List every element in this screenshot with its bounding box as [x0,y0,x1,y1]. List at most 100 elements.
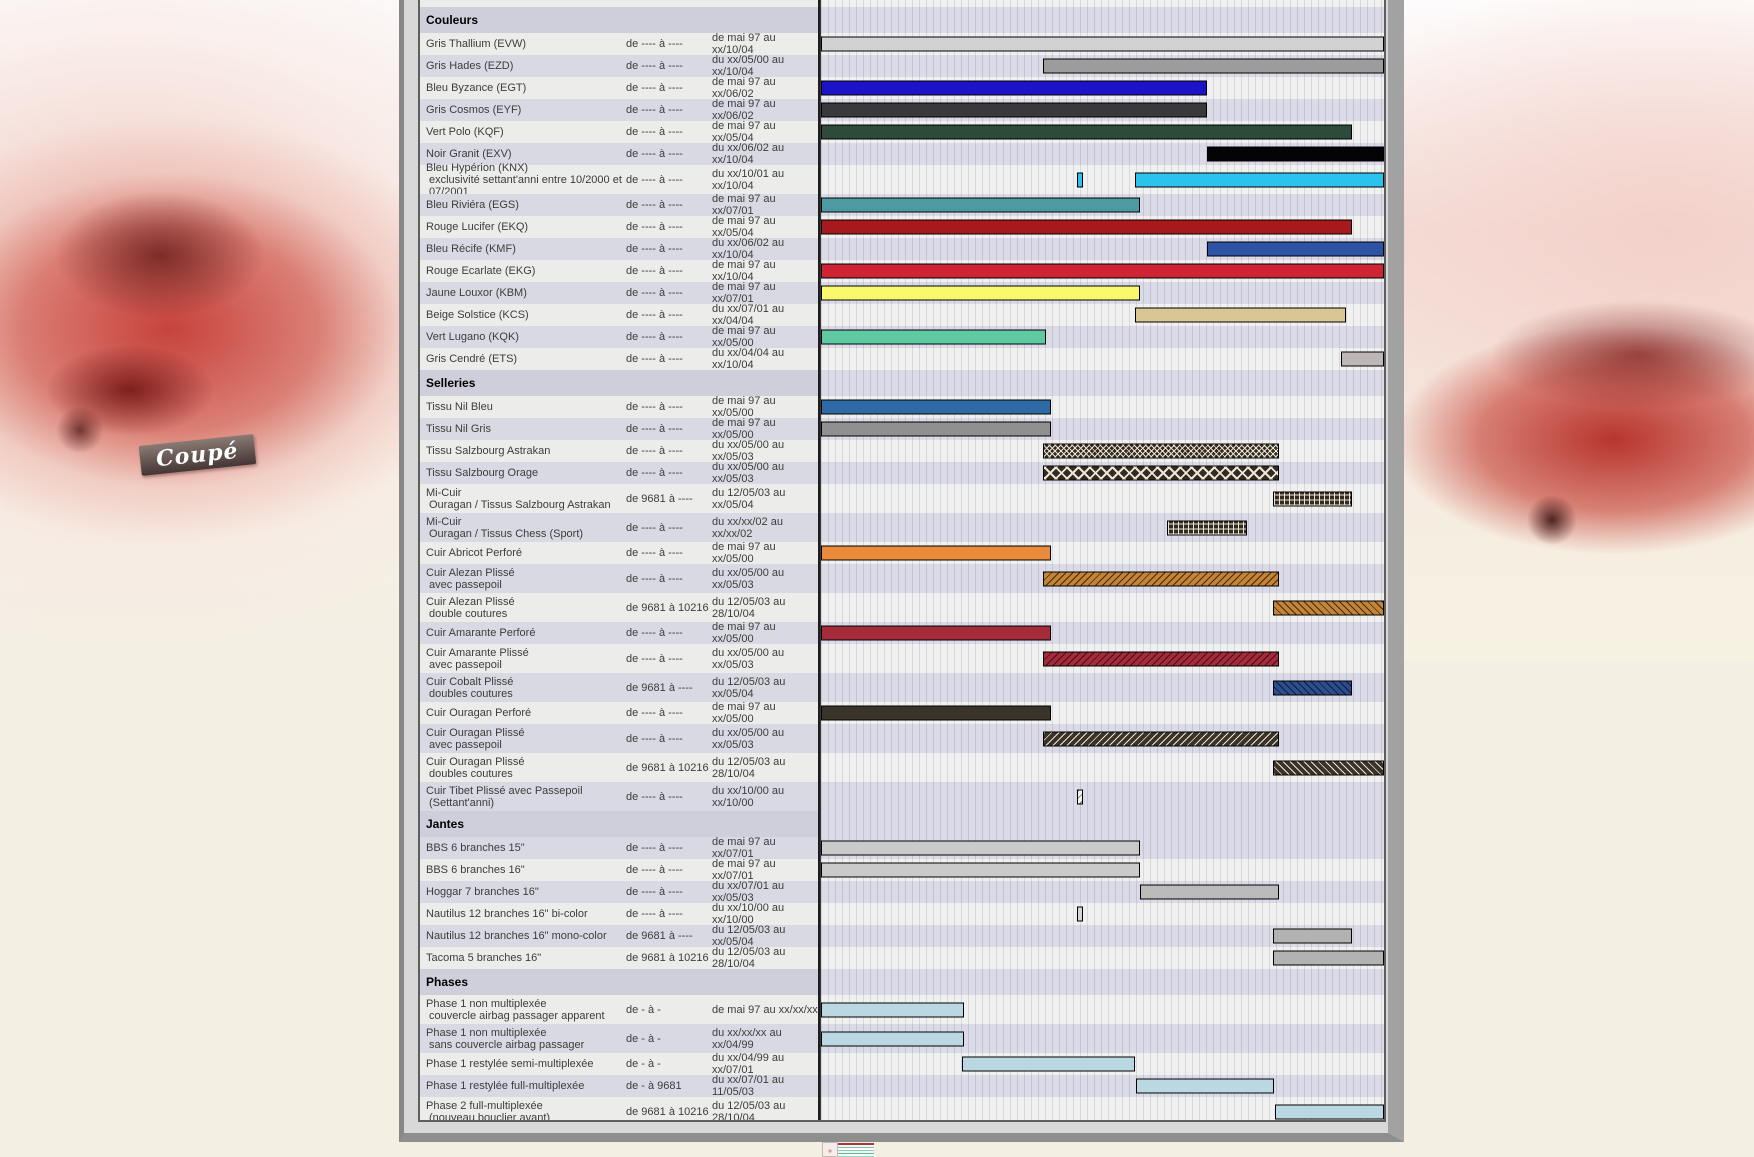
row-serial-range: de - à 9681 [626,1080,712,1092]
gantt-bar [821,103,1207,118]
row-serial-range: de ---- à ---- [626,331,712,343]
row-date-range: de mai 97 au xx/07/01 [712,836,818,860]
row-label-line1: Tissu Salzbourg Astrakan [426,445,626,457]
row-label-line1: Cuir Abricot Perforé [426,547,626,559]
section-header-row: Jantes [420,811,1384,837]
row-labels: Tissu Nil Grisde ---- à ----de mai 97 au… [420,418,820,440]
section-title: Jantes [420,811,820,837]
gantt-row: Vert Polo (KQF)de ---- à ----de mai 97 a… [420,121,1384,143]
row-labels: BBS 6 branches 15"de ---- à ----de mai 9… [420,837,820,859]
row-label-line1: Vert Polo (KQF) [426,126,626,138]
row-date-range: du xx/05/00 au xx/10/04 [712,54,818,78]
row-labels: Vert Lugano (KQK)de ---- à ----de mai 97… [420,326,820,348]
row-labels: Cuir Amarante Plisséavec passepoilde ---… [420,644,820,673]
row-date-range: de mai 97 au xx/07/01 [712,858,818,882]
row-label-line1: Cuir Ouragan Perforé [426,707,626,719]
row-date-range: du xx/xx/xx au xx/04/99 [712,1027,818,1051]
gantt-bar [1275,1104,1384,1119]
gantt-row: BBS 6 branches 15"de ---- à ----de mai 9… [420,837,1384,859]
availability-chart-viewport[interactable]: CouleursGris Thallium (EVW)de ---- à ---… [399,0,1404,1142]
row-label: Cuir Tibet Plissé avec Passepoil(Settant… [420,785,626,809]
gantt-row: Rouge Lucifer (EKQ)de ---- à ----de mai … [420,216,1384,238]
row-serial-range: de ---- à ---- [626,199,712,211]
row-serial-range: de ---- à ---- [626,148,712,160]
section-title-text: Phases [420,976,626,988]
row-timeline [820,165,1384,194]
gantt-row: Hoggar 7 branches 16"de ---- à ----du xx… [420,881,1384,903]
gantt-row: Cuir Abricot Perforéde ---- à ----de mai… [420,542,1384,564]
row-serial-range: de 9681 à ---- [626,930,712,942]
row-labels: Gris Cosmos (EYF)de ---- à ----de mai 97… [420,99,820,121]
row-date-range: du 12/05/03 au xx/05/04 [712,676,818,700]
row-label-line1: Cuir Alezan Plissé [426,596,626,608]
row-labels: Bleu Hypérion (KNX)exclusivité settant'a… [420,165,820,194]
row-labels: Gris Hades (EZD)de ---- à ----du xx/05/0… [420,55,820,77]
gantt-row: Bleu Hypérion (KNX)exclusivité settant'a… [420,165,1384,194]
section-title: Selleries [420,370,820,396]
section-title-text: Selleries [420,377,626,389]
row-serial-range: de ---- à ---- [626,287,712,299]
row-date-range: du xx/07/01 au 11/05/03 [712,1074,818,1098]
row-labels: Tissu Nil Bleude ---- à ----de mai 97 au… [420,396,820,418]
gantt-bar [1140,885,1280,900]
section-header-row: Phases [420,969,1384,995]
row-labels: Tissu Salzbourg Oragede ---- à ----du xx… [420,462,820,484]
row-label: Nautilus 12 branches 16" mono-color [420,930,626,942]
row-date-range: du xx/04/99 au xx/07/01 [712,1052,818,1076]
row-label: Beige Solstice (KCS) [420,309,626,321]
row-label-line2: couvercle airbag passager apparent [426,1010,626,1022]
row-label-line1: Phase 2 full-multiplexée [426,1100,626,1112]
row-serial-range: de ---- à ---- [626,423,712,435]
gantt-row: Cuir Alezan Plissédouble couturesde 9681… [420,593,1384,622]
row-date-range: de mai 97 au xx/07/01 [712,193,818,217]
gantt-bar [1273,491,1353,506]
row-serial-range: de ---- à ---- [626,886,712,898]
row-label-line1: Nautilus 12 branches 16" bi-color [426,908,626,920]
row-date-range: du xx/05/00 au xx/05/03 [712,567,818,591]
row-date-range: de mai 97 au xx/10/04 [712,259,818,283]
row-serial-range: de ---- à ---- [626,547,712,559]
row-date-range: de mai 97 au xx/06/02 [712,76,818,100]
row-serial-range: de 9681 à ---- [626,493,712,505]
row-label-line1: Bleu Byzance (EGT) [426,82,626,94]
gantt-bar [1273,951,1384,966]
gantt-bar [1341,352,1384,367]
row-label-line1: Vert Lugano (KQK) [426,331,626,343]
gantt-table: CouleursGris Thallium (EVW)de ---- à ---… [418,0,1386,1122]
row-serial-range: de ---- à ---- [626,791,712,803]
page-preview-icon[interactable] [822,1142,874,1157]
row-date-range: de mai 97 au xx/xx/xx [712,1004,818,1016]
row-label: Bleu Riviéra (EGS) [420,199,626,211]
row-serial-range: de ---- à ---- [626,445,712,457]
gantt-bar [1043,651,1279,666]
gantt-bar [821,286,1140,301]
row-label-line1: Gris Hades (EZD) [426,60,626,72]
gantt-row: Phase 2 full-multiplexée(nouveau bouclie… [420,1097,1384,1122]
gantt-bar [1043,444,1279,459]
gantt-row: Cuir Cobalt Plissédoubles couturesde 968… [420,673,1384,702]
row-date-range: du xx/06/02 au xx/10/04 [712,142,818,166]
row-date-range: du xx/04/04 au xx/10/04 [712,347,818,371]
row-label: Tissu Salzbourg Astrakan [420,445,626,457]
row-label: Gris Cosmos (EYF) [420,104,626,116]
row-timeline [820,55,1384,77]
row-date-range: de mai 97 au xx/05/00 [712,417,818,441]
row-serial-range: de ---- à ---- [626,60,712,72]
gantt-row: Bleu Récife (KMF)de ---- à ----du xx/06/… [420,238,1384,260]
row-serial-range: de 9681 à 10216 [626,602,712,614]
section-title-text: Couleurs [420,14,626,26]
gantt-bar [821,626,1051,641]
row-label: Cuir Ouragan Plisséavec passepoil [420,727,626,751]
row-label-line1: Mi-Cuir [426,516,626,528]
row-label: Cuir Alezan Plisséavec passepoil [420,567,626,591]
row-timeline [820,513,1384,542]
row-timeline [820,1024,1384,1053]
section-header-timeline [820,811,1384,837]
row-serial-range: de ---- à ---- [626,573,712,585]
row-labels: Cuir Ouragan Plissédoubles couturesde 96… [420,753,820,782]
row-timeline [820,260,1384,282]
row-labels: Tissu Salzbourg Astrakande ---- à ----du… [420,440,820,462]
row-labels: Gris Cendré (ETS)de ---- à ----du xx/04/… [420,348,820,370]
gantt-row: Rouge Ecarlate (EKG)de ---- à ----de mai… [420,260,1384,282]
gantt-bar [1043,571,1279,586]
